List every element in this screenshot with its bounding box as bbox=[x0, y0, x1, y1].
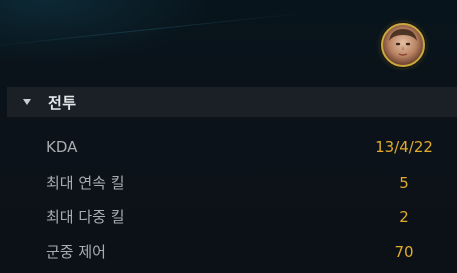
stat-value: 13/4/22 bbox=[375, 138, 433, 156]
section-title: 전투 bbox=[48, 93, 77, 112]
stat-row-kda: KDA 13/4/22 bbox=[0, 134, 457, 160]
section-header-combat[interactable]: 전투 bbox=[7, 87, 457, 117]
stat-value: 2 bbox=[399, 208, 409, 226]
stat-label: KDA bbox=[46, 138, 78, 156]
stat-label: 최대 연속 킬 bbox=[46, 174, 125, 192]
champion-avatar[interactable] bbox=[381, 23, 425, 67]
background-streak bbox=[0, 11, 320, 50]
stat-row-largest-multi-kill: 최대 다중 킬 2 bbox=[0, 204, 457, 230]
stat-row-largest-killing-spree: 최대 연속 킬 5 bbox=[0, 170, 457, 196]
stat-value: 70 bbox=[394, 243, 414, 261]
stat-label: 최대 다중 킬 bbox=[46, 208, 125, 226]
champion-portrait-icon bbox=[389, 29, 417, 56]
caret-down-icon bbox=[23, 98, 31, 106]
stat-row-crowd-control: 군중 제어 70 bbox=[0, 239, 457, 265]
stats-panel: 전투 KDA 13/4/22 최대 연속 킬 5 최대 다중 킬 2 군중 제어… bbox=[0, 0, 457, 273]
stat-value: 5 bbox=[399, 174, 409, 192]
stat-label: 군중 제어 bbox=[46, 243, 106, 261]
